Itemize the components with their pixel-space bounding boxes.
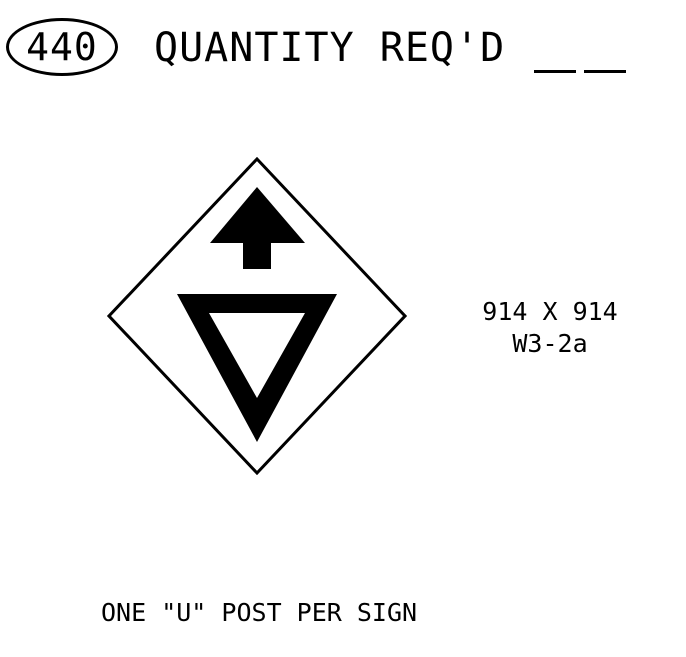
quantity-blank-line	[534, 70, 576, 73]
quantity-title: QUANTITY REQ'D	[154, 25, 506, 71]
item-number-badge: 440	[6, 18, 118, 76]
header: 440 QUANTITY REQ'D	[6, 18, 676, 80]
sign-specification: 914 X 914 W3-2a	[470, 296, 630, 360]
sign-code: W3-2a	[512, 329, 588, 358]
sign-size: 914 X 914	[482, 297, 618, 326]
post-note: ONE "U" POST PER SIGN	[101, 598, 418, 627]
quantity-blank-line	[584, 70, 626, 73]
warning-sign-icon	[107, 157, 407, 475]
